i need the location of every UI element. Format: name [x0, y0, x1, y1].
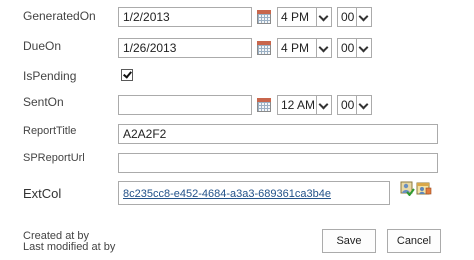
due-on-minute-value: 00: [341, 41, 355, 55]
generated-on-minute-value: 00: [341, 10, 355, 24]
sent-on-hour-value: 12 AM: [281, 98, 316, 112]
is-pending-label: IsPending: [23, 69, 77, 83]
report-title-label: ReportTitle: [23, 125, 77, 137]
save-button[interactable]: Save: [322, 229, 376, 253]
sent-on-minute-value: 00: [341, 98, 355, 112]
cancel-button[interactable]: Cancel: [387, 229, 441, 253]
due-on-date-input[interactable]: 1/26/2013: [118, 38, 252, 58]
chevron-down-icon: [356, 39, 371, 57]
generated-on-minute-select[interactable]: 00: [337, 7, 372, 27]
chevron-down-icon: [316, 39, 331, 57]
ext-col-value-link[interactable]: 8c235cc8-e452-4684-a3a3-689361ca3b4e: [123, 188, 331, 200]
sent-on-hour-select[interactable]: 12 AM: [277, 95, 332, 115]
chevron-down-icon: [316, 96, 331, 114]
chevron-down-icon: [356, 8, 371, 26]
chevron-down-icon: [356, 96, 371, 114]
ext-col-people-picker[interactable]: 8c235cc8-e452-4684-a3a3-689361ca3b4e: [118, 181, 390, 205]
sent-on-minute-select[interactable]: 00: [337, 95, 372, 115]
chevron-down-icon: [316, 8, 331, 26]
generated-on-label: GeneratedOn: [23, 9, 96, 23]
last-modified-at-by-text: Last modified at by: [23, 241, 116, 253]
sent-on-label: SentOn: [23, 95, 64, 109]
generated-on-hour-select[interactable]: 4 PM: [277, 7, 332, 27]
due-on-hour-select[interactable]: 4 PM: [277, 38, 332, 58]
calendar-icon[interactable]: [257, 10, 271, 24]
generated-on-hour-value: 4 PM: [281, 10, 310, 24]
sent-on-date-input[interactable]: [118, 95, 252, 115]
due-on-hour-value: 4 PM: [281, 41, 310, 55]
check-names-icon[interactable]: [399, 180, 415, 196]
sp-report-url-label: SPReportUrl: [23, 152, 85, 164]
ext-col-label: ExtCol: [23, 186, 62, 201]
due-on-minute-select[interactable]: 00: [337, 38, 372, 58]
calendar-icon[interactable]: [257, 41, 271, 55]
generated-on-date-input[interactable]: 1/2/2013: [118, 7, 252, 27]
due-on-label: DueOn: [23, 39, 62, 53]
browse-icon[interactable]: [416, 180, 432, 196]
calendar-icon[interactable]: [257, 98, 271, 112]
sp-report-url-input[interactable]: [118, 153, 438, 173]
is-pending-checkbox[interactable]: [121, 69, 133, 81]
report-title-input[interactable]: A2A2F2: [118, 124, 438, 144]
